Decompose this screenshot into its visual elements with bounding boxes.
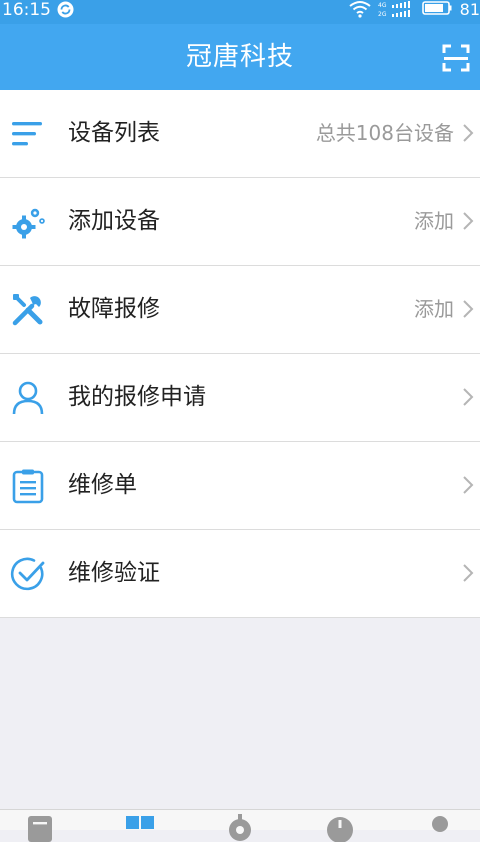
check-circle-icon xyxy=(10,557,45,591)
chevron-right-icon xyxy=(463,476,474,494)
menu-item-label: 故障报修 xyxy=(68,296,160,322)
sync-icon xyxy=(57,1,74,18)
status-time: 16:15 xyxy=(2,0,51,20)
tools-icon xyxy=(12,294,43,326)
app-bar: 冠唐科技 xyxy=(0,24,480,90)
menu-item-value: 添加 xyxy=(414,297,454,321)
network-label-2g: 2G xyxy=(378,11,387,18)
menu-item-label: 我的报修申请 xyxy=(68,384,206,410)
menu-item-my-repair-requests[interactable]: 我的报修申请 xyxy=(0,354,480,442)
info-icon[interactable] xyxy=(326,814,354,842)
menu-item-label: 维修单 xyxy=(68,472,137,498)
grid-icon[interactable] xyxy=(126,814,154,842)
chevron-right-icon xyxy=(463,564,474,582)
menu-item-value: 添加 xyxy=(414,209,454,233)
menu-item-label: 设备列表 xyxy=(68,120,160,146)
menu-item-repair-verification[interactable]: 维修验证 xyxy=(0,530,480,618)
scan-icon[interactable] xyxy=(442,44,470,72)
battery-icon xyxy=(422,1,452,15)
chevron-right-icon xyxy=(463,388,474,406)
network-label-4g: 4G xyxy=(378,2,387,9)
person-icon[interactable] xyxy=(426,814,454,842)
chevron-right-icon xyxy=(463,212,474,230)
menu-item-fault-report[interactable]: 故障报修 添加 xyxy=(0,266,480,354)
menu-item-repair-orders[interactable]: 维修单 xyxy=(0,442,480,530)
battery-percent: 81 xyxy=(459,0,480,19)
chevron-right-icon xyxy=(463,124,474,142)
chevron-right-icon xyxy=(463,300,474,318)
page-title: 冠唐科技 xyxy=(185,42,294,72)
bottom-tab-bar xyxy=(0,809,480,842)
signal-icon: 4G 2G xyxy=(378,1,410,18)
menu-item-label: 维修验证 xyxy=(68,560,160,586)
gears-icon xyxy=(12,208,45,239)
menu-item-device-list[interactable]: 设备列表 总共108台设备 xyxy=(0,90,480,178)
wifi-icon xyxy=(349,1,371,18)
doc-icon[interactable] xyxy=(26,814,54,842)
user-icon xyxy=(12,381,44,415)
clipboard-icon xyxy=(12,469,44,504)
status-bar: 16:15 4G 2G 81 xyxy=(0,0,480,24)
gear-icon[interactable] xyxy=(226,814,254,842)
menu-item-value: 总共108台设备 xyxy=(315,121,454,145)
menu-list: 设备列表 总共108台设备 添加设备 添加 故障报修 添加 我的报修申请 维修单… xyxy=(0,90,480,618)
menu-item-label: 添加设备 xyxy=(68,208,160,234)
menu-item-add-device[interactable]: 添加设备 添加 xyxy=(0,178,480,266)
list-icon xyxy=(12,122,42,146)
